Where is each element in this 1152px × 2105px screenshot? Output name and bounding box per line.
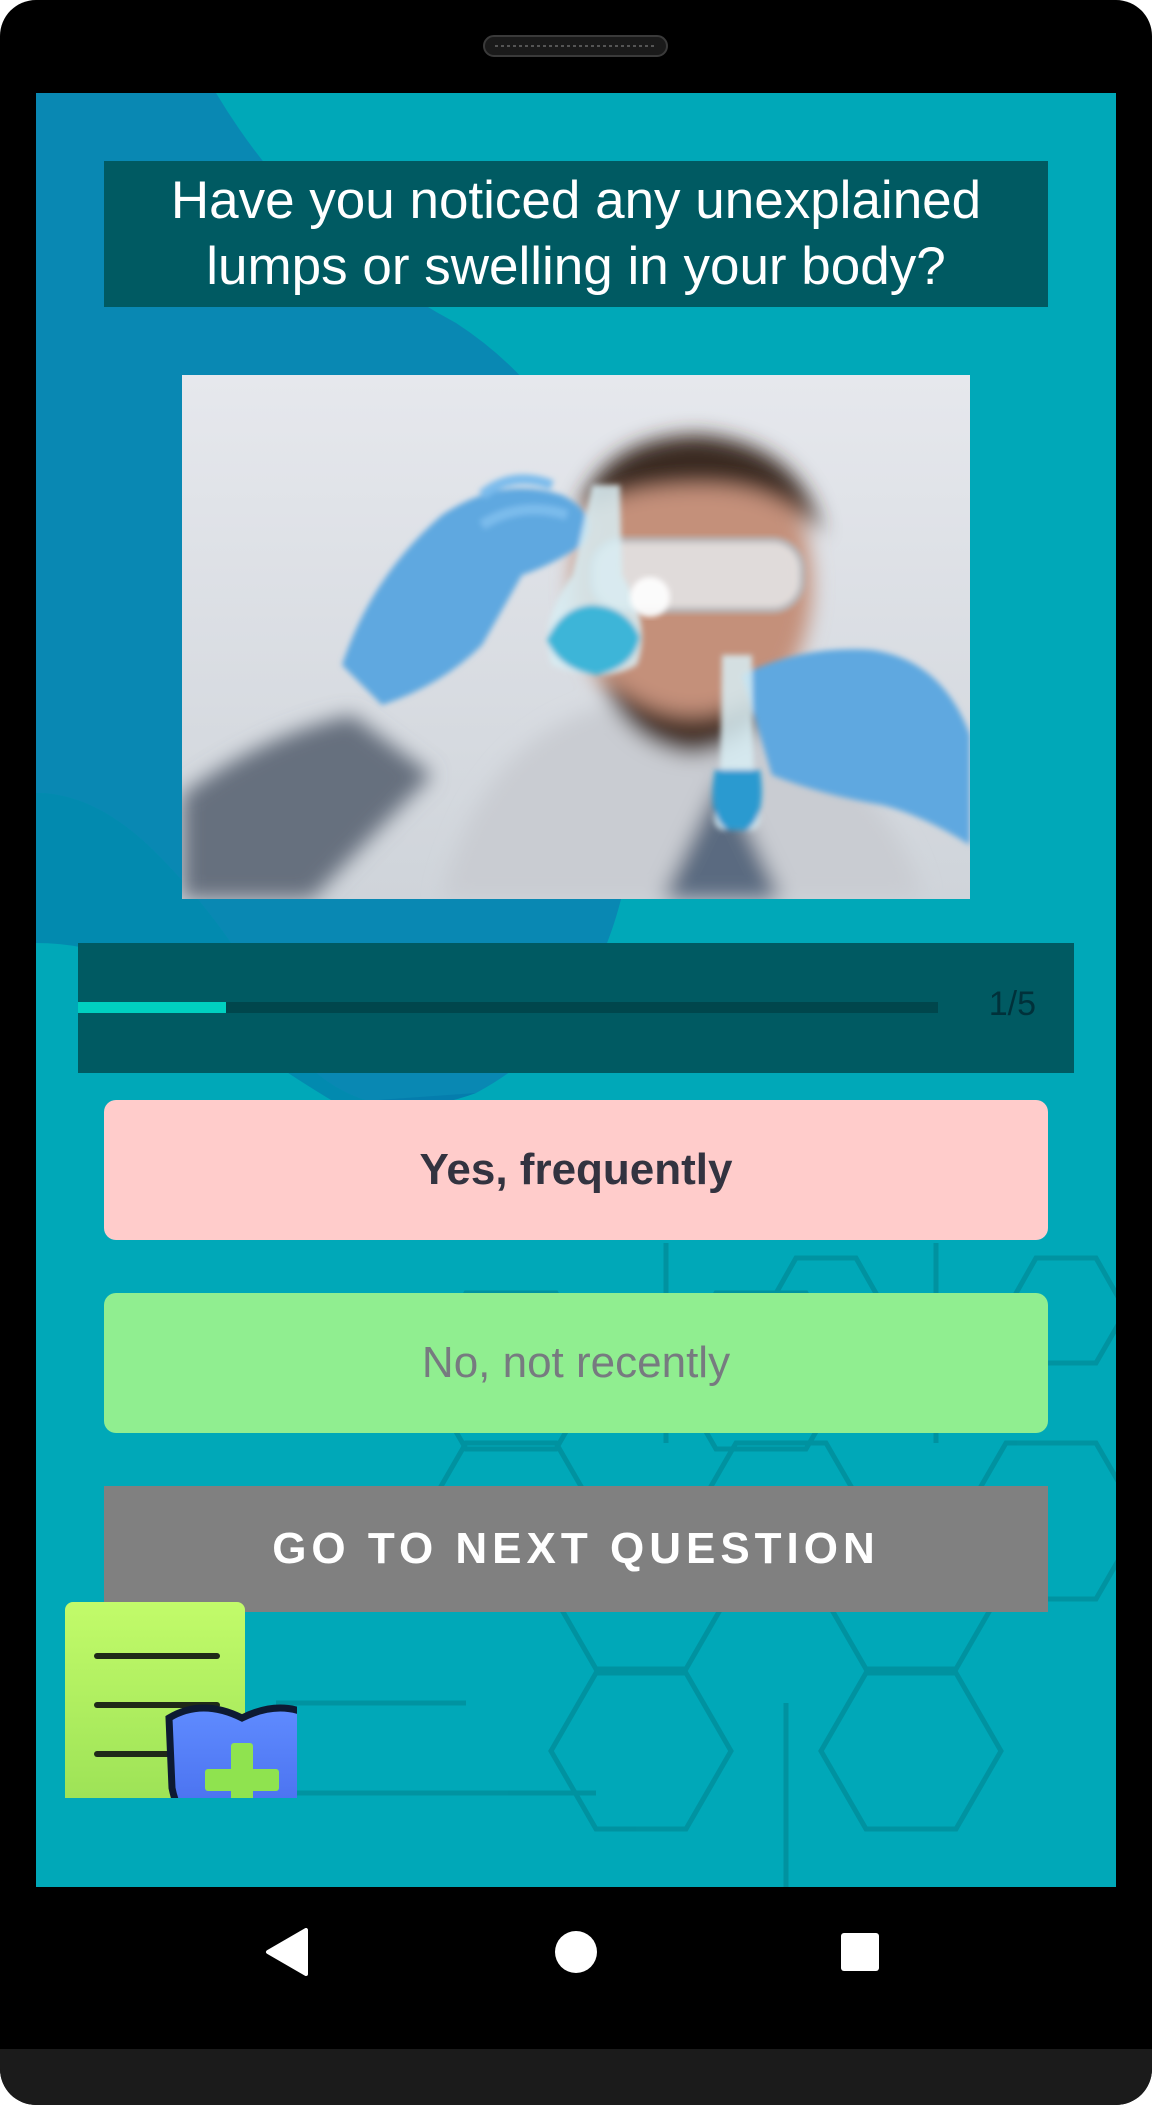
nav-back-button[interactable] [246, 1912, 326, 1992]
question-text: Have you noticed any unexplained lumps o… [170, 171, 982, 296]
medical-document-shield-icon [65, 1602, 297, 1798]
question-banner: Have you noticed any unexplained lumps o… [104, 161, 1048, 307]
home-circle-icon [555, 1931, 597, 1973]
back-triangle-icon [266, 1928, 308, 1976]
system-navigation-bar [36, 1887, 1116, 2017]
progress-track [78, 1002, 938, 1013]
question-photo [182, 375, 970, 899]
nav-recents-button[interactable] [820, 1912, 900, 1992]
speaker-grille [483, 35, 668, 57]
scientist-photo [182, 375, 970, 899]
progress-counter: 1/5 [988, 985, 1036, 1023]
answer-yes-button[interactable]: Yes, frequently [104, 1100, 1048, 1240]
recents-square-icon [841, 1933, 879, 1971]
progress-fill [78, 1002, 226, 1013]
nav-home-button[interactable] [536, 1912, 616, 1992]
phone-bottom-bezel [0, 2049, 1152, 2105]
progress-panel: 1/5 [78, 943, 1074, 1073]
phone-frame: Have you noticed any unexplained lumps o… [0, 0, 1152, 2105]
answer-no-button[interactable]: No, not recently [104, 1293, 1048, 1433]
